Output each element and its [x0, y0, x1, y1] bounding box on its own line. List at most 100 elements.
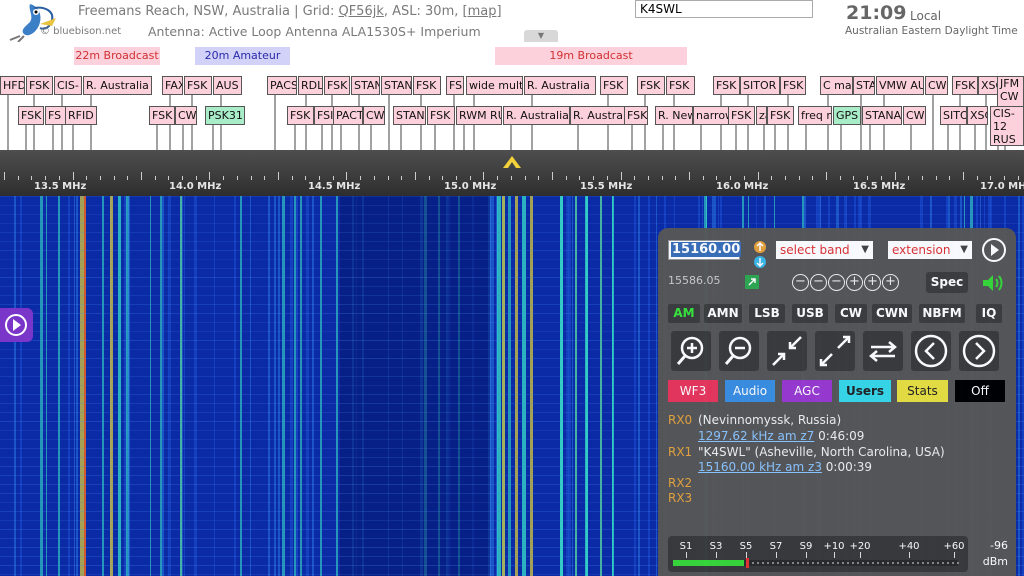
select-band-dropdown[interactable]: select band ▼	[776, 241, 873, 259]
station-label-2-15[interactable]: FSK	[624, 106, 648, 125]
band-22m-broadcast[interactable]: 22m Broadcast	[74, 47, 160, 65]
station-label-2-23[interactable]: STANA	[862, 106, 902, 125]
station-label-1-8[interactable]: RDL	[298, 76, 323, 95]
zoom-out-small-icon[interactable]: −	[828, 274, 845, 291]
mode-button-amn[interactable]: AMN	[704, 304, 742, 323]
station-label-2-4[interactable]: CW	[175, 106, 197, 125]
station-label-1-10[interactable]: STAN	[351, 76, 380, 95]
option-button-users[interactable]: Users	[839, 380, 891, 402]
station-label-2-24[interactable]: CW	[903, 106, 926, 125]
station-label-1-24[interactable]: VMW AU	[876, 76, 924, 95]
station-label-2-20[interactable]: FSK	[767, 106, 794, 125]
callsign-input[interactable]	[635, 0, 813, 18]
station-label-1-7[interactable]: PACS	[267, 76, 297, 95]
rx1-frequency-link[interactable]: 15160.00 kHz am z3	[698, 460, 822, 474]
rx0-frequency-link[interactable]: 1297.62 kHz am z7	[698, 429, 814, 443]
option-button-agc[interactable]: AGC	[782, 380, 832, 402]
frequency-input[interactable]: 15160.00	[668, 240, 742, 260]
zoom-in-icon[interactable]: +	[864, 274, 881, 291]
station-label-2-12[interactable]: RWM RU	[456, 106, 502, 125]
zoom-max-out-button[interactable]	[815, 331, 855, 371]
zoom-band-button[interactable]	[767, 331, 807, 371]
band-20m-amateur[interactable]: 20m Amateur	[195, 47, 290, 65]
band-19m-broadcast[interactable]: 19m Broadcast	[495, 47, 687, 65]
station-label-2-25[interactable]: SITO	[940, 106, 967, 125]
station-label-1-20[interactable]: SITOR	[740, 76, 780, 95]
station-label-2-5[interactable]: PSK31	[205, 106, 245, 125]
station-label-1-4[interactable]: FAX	[162, 76, 183, 95]
station-label-1-2[interactable]: CIS-	[54, 76, 82, 95]
option-button-wf3[interactable]: WF3	[668, 380, 718, 402]
frequency-step-arrows[interactable]	[752, 240, 768, 270]
mode-button-iq[interactable]: IQ	[976, 304, 1002, 323]
station-label-2-7[interactable]: FSI	[314, 106, 334, 125]
map-link[interactable]: [map]	[463, 4, 502, 19]
station-label-2-2[interactable]: RFID	[65, 106, 97, 125]
station-label-1-5[interactable]: FSK	[184, 76, 212, 95]
station-label-2-9[interactable]: CW	[363, 106, 385, 125]
zoom-in-max-icon[interactable]: +	[882, 274, 899, 291]
mode-button-cw[interactable]: CW	[835, 304, 867, 323]
station-label-1-1[interactable]: FSK	[26, 76, 53, 95]
sidebar-toggle-button[interactable]	[0, 308, 33, 342]
page-left-button[interactable]	[911, 331, 951, 371]
collapse-header-button[interactable]: ▼	[524, 30, 558, 42]
credit-link[interactable]: © bluebison.net	[40, 26, 121, 37]
station-label-2-16[interactable]: R. New	[655, 106, 693, 125]
mode-button-cwn[interactable]: CWN	[872, 304, 912, 323]
station-label-2-27[interactable]: CIS-12 RUS	[990, 106, 1024, 146]
station-label-2-10[interactable]: STAN	[393, 106, 426, 125]
station-label-2-0[interactable]: FSK	[18, 106, 44, 125]
station-label-2-26[interactable]: XSC	[967, 106, 988, 125]
play-button[interactable]	[981, 237, 1007, 263]
mode-button-nbfm[interactable]: NBFM	[919, 304, 965, 323]
station-label-1-13[interactable]: FS	[446, 76, 464, 95]
station-label-1-15[interactable]: R. Australia	[524, 76, 596, 95]
station-label-1-19[interactable]: FSK	[713, 76, 740, 95]
station-label-1-23[interactable]: STA	[853, 76, 875, 95]
station-label-2-11[interactable]: FSK	[427, 106, 455, 125]
mode-button-lsb[interactable]: LSB	[749, 304, 785, 323]
tuning-marker-icon[interactable]	[501, 153, 523, 169]
station-label-2-21[interactable]: freq m	[798, 106, 832, 125]
zoom-in-small-icon[interactable]: +	[846, 274, 863, 291]
station-label-2-13[interactable]: R. Australia	[503, 106, 570, 125]
station-label-1-3[interactable]: R. Australia	[83, 76, 152, 95]
station-label-2-17[interactable]: narrow	[693, 106, 729, 125]
swap-button[interactable]	[863, 331, 903, 371]
mode-button-am[interactable]: AM	[668, 304, 700, 323]
station-label-1-25[interactable]: CW	[925, 76, 948, 95]
station-label-2-3[interactable]: FSK	[149, 106, 175, 125]
spec-button[interactable]: Spec	[926, 272, 968, 293]
speaker-icon[interactable]	[980, 272, 1006, 294]
station-label-1-21[interactable]: FSK	[780, 76, 806, 95]
station-label-1-9[interactable]: FSK	[324, 76, 350, 95]
extension-dropdown[interactable]: extension ▼	[888, 241, 972, 259]
station-label-1-18[interactable]: FSK	[666, 76, 695, 95]
option-button-off[interactable]: Off	[955, 380, 1005, 402]
station-label-1-6[interactable]: AUS	[213, 76, 242, 95]
station-label-2-18[interactable]: FSK	[728, 106, 755, 125]
zoom-out-button[interactable]	[719, 331, 759, 371]
zoom-in-button[interactable]	[671, 331, 711, 371]
station-label-2-22[interactable]: GPS	[833, 106, 861, 125]
station-label-2-6[interactable]: FSK	[287, 106, 314, 125]
grid-link[interactable]: QF56jk	[338, 4, 383, 19]
option-button-audio[interactable]: Audio	[725, 380, 775, 402]
station-label-1-12[interactable]: FSK	[413, 76, 441, 95]
station-label-2-14[interactable]: R. Austra	[570, 106, 627, 125]
zoom-out-icon[interactable]: −	[810, 274, 827, 291]
station-label-2-1[interactable]: FS	[45, 106, 66, 125]
zoom-out-max-icon[interactable]: −	[792, 274, 809, 291]
station-label-2-8[interactable]: PACT	[333, 106, 363, 125]
station-label-1-16[interactable]: FSK	[600, 76, 628, 95]
station-label-1-11[interactable]: STAN	[381, 76, 412, 95]
page-right-button[interactable]	[959, 331, 999, 371]
station-label-1-0[interactable]: HFD	[0, 76, 25, 95]
station-label-2-19[interactable]: za	[756, 106, 767, 125]
station-label-1-22[interactable]: C ma	[820, 76, 853, 95]
option-button-stats[interactable]: Stats	[897, 380, 948, 402]
station-label-1-17[interactable]: FSK	[637, 76, 665, 95]
external-link-icon[interactable]	[745, 275, 759, 289]
mode-button-usb[interactable]: USB	[792, 304, 828, 323]
